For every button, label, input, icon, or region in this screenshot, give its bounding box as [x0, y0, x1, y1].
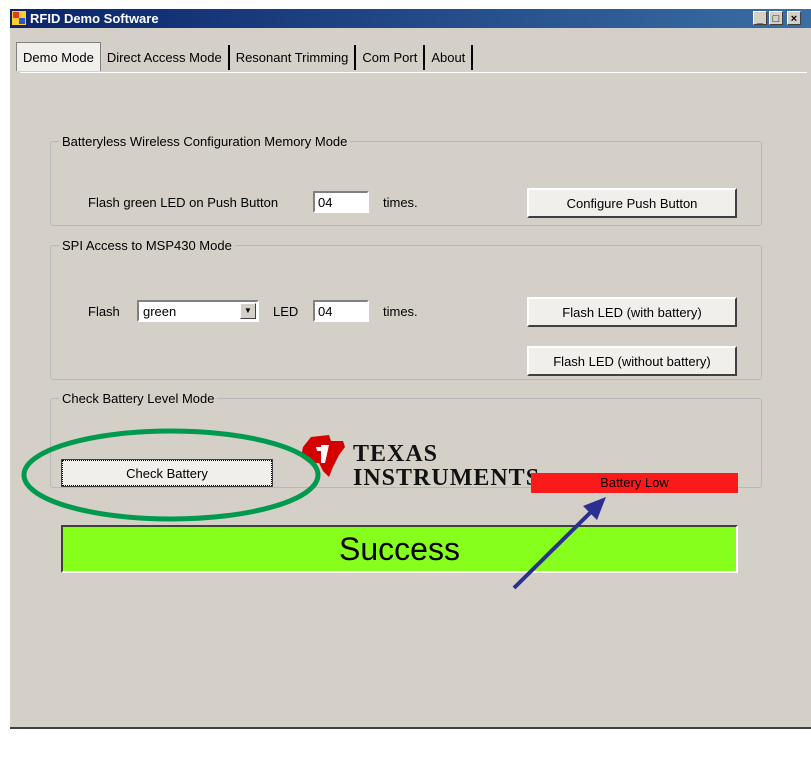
- window-title: RFID Demo Software: [30, 11, 159, 26]
- led-label: LED: [273, 304, 299, 319]
- push-button-suffix: times.: [383, 195, 418, 210]
- configure-push-button[interactable]: Configure Push Button: [527, 188, 737, 218]
- flash-led-without-battery-button[interactable]: Flash LED (without battery): [527, 346, 737, 376]
- spi-group: SPI Access to MSP430 Mode Flash green ▼ …: [50, 238, 762, 380]
- tab-com-port[interactable]: Com Port: [356, 45, 426, 70]
- ti-logo-line1: TEXAS: [353, 441, 439, 467]
- ti-logo: TEXAS INSTRUMENTS: [299, 433, 539, 493]
- check-battery-button[interactable]: Check Battery: [61, 459, 273, 487]
- tab-about[interactable]: About: [425, 45, 474, 70]
- close-button[interactable]: ×: [787, 11, 801, 25]
- push-button-count-input[interactable]: [313, 191, 369, 213]
- spi-count-input[interactable]: [313, 300, 369, 322]
- battery-legend: Check Battery Level Mode: [62, 391, 215, 406]
- tab-demo-mode[interactable]: Demo Mode: [16, 42, 101, 71]
- spi-suffix: times.: [383, 304, 418, 319]
- app-window: RFID Demo Software _ □ × Demo Mode Direc…: [10, 9, 811, 729]
- spi-legend: SPI Access to MSP430 Mode: [62, 238, 232, 253]
- demo-mode-panel: Batteryless Wireless Configuration Memor…: [20, 72, 807, 728]
- batteryless-group: Batteryless Wireless Configuration Memor…: [50, 134, 762, 226]
- flash-led-with-battery-button[interactable]: Flash LED (with battery): [527, 297, 737, 327]
- tab-resonant-trimming[interactable]: Resonant Trimming: [229, 45, 357, 70]
- push-button-prefix: Flash green LED on Push Button: [88, 195, 279, 210]
- led-color-value: green: [143, 304, 177, 319]
- battery-status-indicator: Battery Low: [531, 473, 738, 493]
- title-bar: RFID Demo Software _ □ ×: [10, 9, 811, 28]
- ti-logo-line2: INSTRUMENTS: [353, 465, 541, 491]
- tab-strip: Demo Mode Direct Access Mode Resonant Tr…: [16, 42, 474, 72]
- flash-label: Flash: [88, 304, 120, 319]
- app-icon: [12, 11, 26, 25]
- tab-direct-access-mode[interactable]: Direct Access Mode: [100, 45, 230, 70]
- chevron-down-icon[interactable]: ▼: [240, 303, 256, 319]
- maximize-button[interactable]: □: [769, 11, 783, 25]
- minimize-button[interactable]: _: [753, 11, 767, 25]
- batteryless-legend: Batteryless Wireless Configuration Memor…: [62, 134, 348, 149]
- led-color-select[interactable]: green ▼: [137, 300, 259, 322]
- ti-state-icon: [301, 435, 345, 477]
- result-banner: Success: [61, 525, 738, 573]
